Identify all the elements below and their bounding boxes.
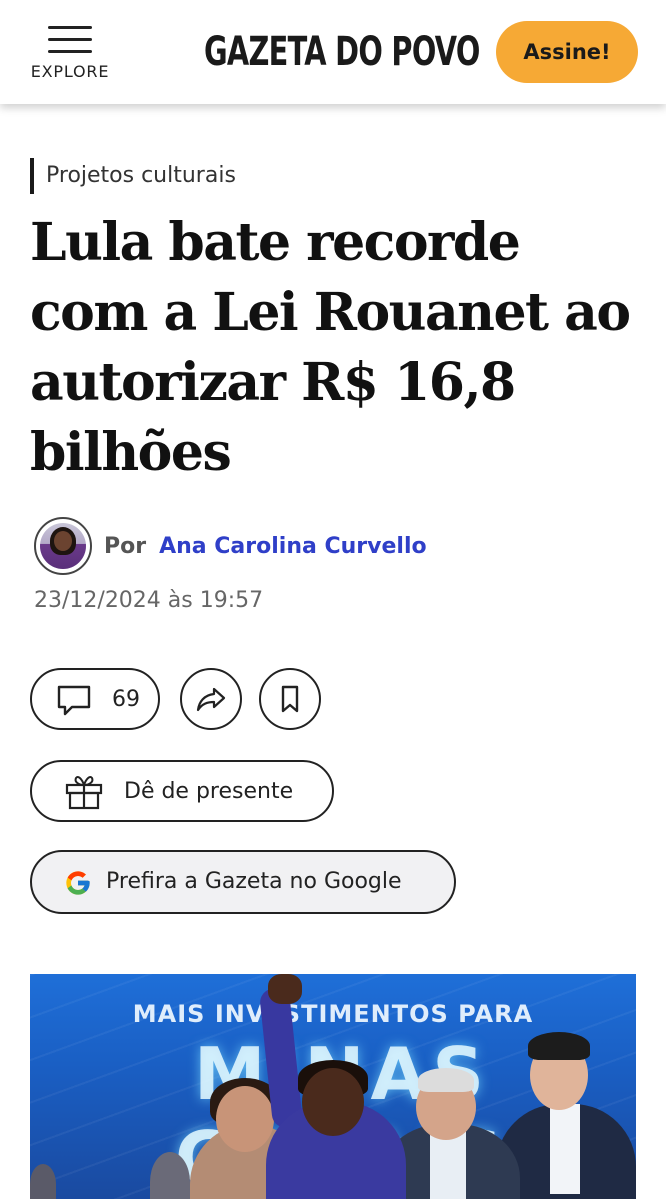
share-icon	[196, 687, 226, 712]
author-avatar[interactable]	[34, 517, 92, 575]
site-logo[interactable]: GAZETA DO POVO	[204, 22, 480, 82]
bookmark-icon	[281, 685, 299, 713]
gift-button[interactable]: Dê de presente	[30, 760, 334, 822]
person-center-head	[302, 1068, 364, 1136]
bookmark-button[interactable]	[259, 668, 321, 730]
hero-banner-top-text: MAIS INVESTIMENTOS PARA	[132, 1000, 534, 1028]
person-right-hair	[528, 1032, 590, 1060]
comments-count: 69	[112, 687, 140, 712]
article-headline: Lula bate recorde com a Lei Rouanet ao a…	[30, 212, 631, 483]
person-left-head	[216, 1086, 274, 1152]
author-link[interactable]: Ana Carolina Curvello	[159, 534, 427, 559]
site-header: EXPLORE GAZETA DO POVO Assine!	[0, 0, 666, 104]
person-center-right-hair	[418, 1068, 474, 1092]
publish-timestamp: 23/12/2024 às 19:57	[34, 588, 264, 613]
article-hero-image[interactable]: MAIS INVESTIMENTOS PARA MINAS GERAIS	[30, 974, 636, 1199]
prefer-google-label: Prefira a Gazeta no Google	[106, 869, 402, 894]
author-row: Por Ana Carolina Curvello	[34, 516, 427, 576]
gift-label: Dê de presente	[124, 779, 294, 804]
gift-icon	[65, 776, 103, 810]
explore-menu-button[interactable]: EXPLORE	[22, 20, 118, 88]
comments-button[interactable]: 69	[30, 668, 160, 730]
prefer-on-google-button[interactable]: Prefira a Gazeta no Google	[30, 850, 456, 914]
byline: Por Ana Carolina Curvello	[104, 534, 427, 559]
share-button[interactable]	[180, 668, 242, 730]
hamburger-icon	[48, 26, 92, 54]
background-person	[30, 1164, 56, 1199]
person-right-shirt	[550, 1104, 580, 1194]
byline-prefix: Por	[104, 533, 147, 559]
explore-label: EXPLORE	[30, 62, 110, 81]
google-icon	[66, 871, 90, 895]
person-center-hand	[268, 974, 302, 1004]
section-tag[interactable]: Projetos culturais	[30, 158, 236, 194]
subscribe-button[interactable]: Assine!	[496, 21, 638, 83]
comment-icon	[57, 685, 91, 716]
